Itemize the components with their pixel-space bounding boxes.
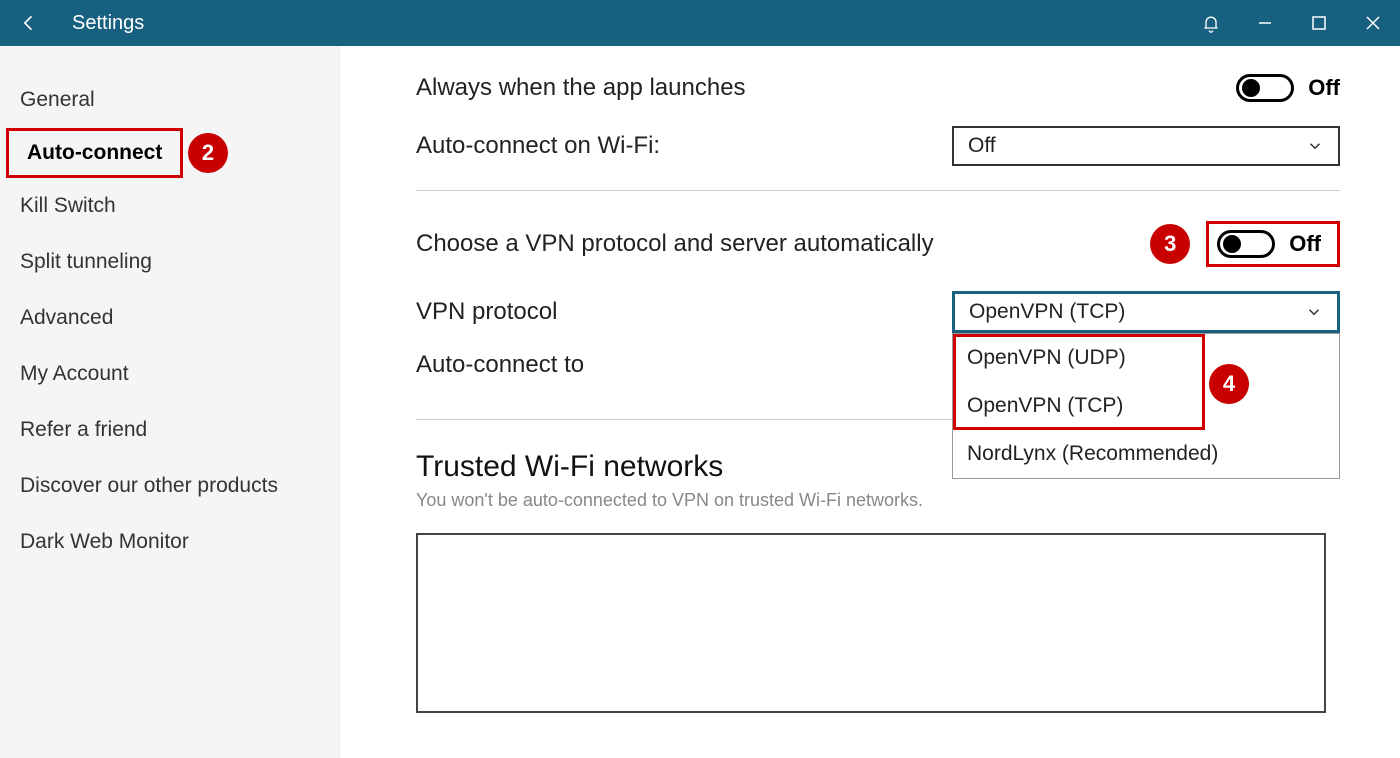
minimize-button[interactable] [1238,0,1292,46]
annotation-badge-3: 3 [1150,224,1190,264]
auto-wifi-value: Off [968,134,996,158]
sidebar-item-my-account[interactable]: My Account [0,346,149,402]
sidebar-item-general[interactable]: General [0,72,115,128]
auto-protocol-toggle[interactable] [1217,230,1275,258]
annotation-badge-2: 2 [188,133,228,173]
back-button[interactable] [14,8,44,38]
sidebar: General Auto-connect 2 Kill Switch Split… [0,46,340,758]
vpn-protocol-label: VPN protocol [416,298,557,326]
auto-wifi-label: Auto-connect on Wi-Fi: [416,132,660,160]
divider [416,190,1340,191]
always-launch-label: Always when the app launches [416,74,746,102]
chevron-down-icon [1306,137,1324,155]
auto-wifi-dropdown[interactable]: Off [952,126,1340,166]
auto-connect-to-label: Auto-connect to [416,351,584,379]
always-launch-toggle[interactable] [1236,74,1294,102]
auto-protocol-label: Choose a VPN protocol and server automat… [416,230,934,258]
main-panel: Always when the app launches Off Auto-co… [340,46,1400,758]
always-launch-state: Off [1308,75,1340,101]
sidebar-item-refer-friend[interactable]: Refer a friend [0,402,167,458]
sidebar-item-kill-switch[interactable]: Kill Switch [0,178,136,234]
chevron-down-icon [1305,303,1323,321]
vpn-protocol-option[interactable]: OpenVPN (TCP) [953,382,1339,430]
vpn-protocol-option[interactable]: OpenVPN (UDP) [953,334,1339,382]
close-button[interactable] [1346,0,1400,46]
trusted-networks-list[interactable] [416,533,1326,713]
sidebar-item-advanced[interactable]: Advanced [0,290,133,346]
vpn-protocol-option[interactable]: NordLynx (Recommended) [953,430,1339,478]
sidebar-item-auto-connect[interactable]: Auto-connect [6,128,183,178]
maximize-button[interactable] [1292,0,1346,46]
auto-protocol-state: Off [1289,231,1321,257]
annotation-highlight-3: Off [1206,221,1340,267]
trusted-networks-subtitle: You won't be auto-connected to VPN on tr… [416,490,1340,511]
vpn-protocol-value: OpenVPN (TCP) [969,300,1125,324]
window-title: Settings [72,12,144,35]
vpn-protocol-dropdown[interactable]: OpenVPN (TCP) [952,291,1340,333]
vpn-protocol-options: OpenVPN (UDP) OpenVPN (TCP) NordLynx (Re… [952,333,1340,479]
sidebar-item-dark-web-monitor[interactable]: Dark Web Monitor [0,514,209,570]
notifications-icon[interactable] [1184,0,1238,46]
sidebar-item-discover-products[interactable]: Discover our other products [0,458,298,514]
titlebar: Settings [0,0,1400,46]
sidebar-item-split-tunneling[interactable]: Split tunneling [0,234,172,290]
